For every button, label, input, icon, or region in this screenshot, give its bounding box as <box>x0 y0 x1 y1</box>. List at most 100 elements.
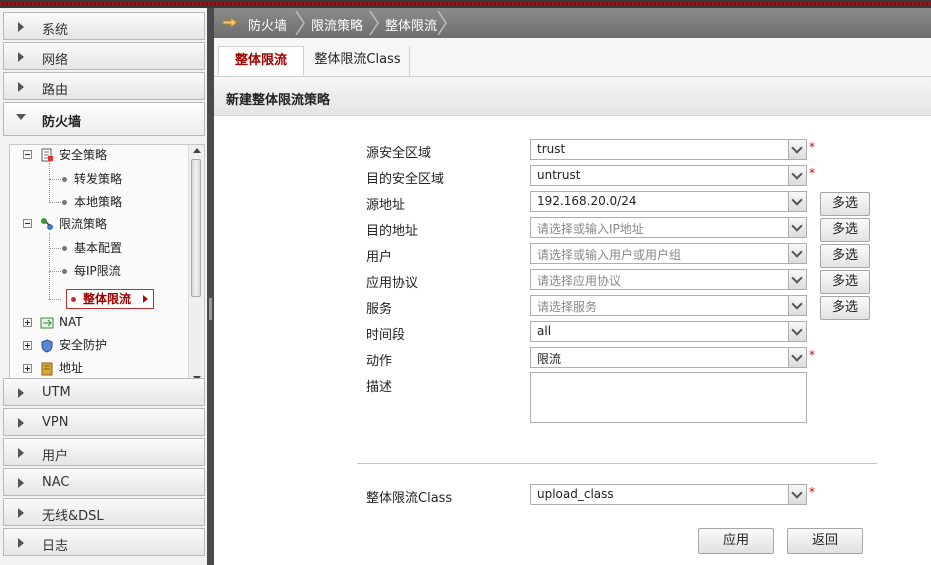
tree-scrollbar[interactable] <box>188 145 204 385</box>
nav-item-firewall[interactable]: 防火墙 <box>3 102 205 136</box>
nav-item-wireless-dsl[interactable]: 无线&DSL <box>3 498 205 526</box>
class-label: 整体限流Class <box>366 491 453 506</box>
service-input[interactable]: 请选择服务 <box>530 295 807 316</box>
required-mark: * <box>809 485 815 499</box>
breadcrumb: 防火墙 限流策略 整体限流 <box>214 8 931 38</box>
tree-line <box>49 299 61 300</box>
required-mark: * <box>809 348 815 362</box>
form-divider <box>357 463 877 464</box>
breadcrumb-overall-limit[interactable]: 整体限流 <box>385 15 437 34</box>
schedule-label: 时间段 <box>366 328 406 343</box>
nav-item-user[interactable]: 用户 <box>3 438 205 466</box>
nav-item-system[interactable]: 系统 <box>3 12 205 40</box>
tree-item-protection[interactable]: 安全防护 <box>59 335 107 355</box>
tree-item-nat[interactable]: NAT <box>59 312 83 332</box>
src-addr-label: 源地址 <box>366 198 406 213</box>
chevron-right-icon <box>18 388 24 398</box>
tab-overall-limit-class[interactable]: 整体限流Class <box>306 46 410 76</box>
tree-line <box>49 163 50 203</box>
bullet-icon <box>62 177 67 182</box>
main-panel: 防火墙 限流策略 整体限流 整体限流 整体限流Class 新建整体限流策略 源安… <box>214 8 931 565</box>
breadcrumb-separator-icon <box>369 11 379 35</box>
top-stripe <box>0 0 931 8</box>
splitter-grip[interactable] <box>209 298 212 320</box>
nav-item-nac[interactable]: NAC <box>3 468 205 496</box>
tree-line <box>49 233 50 299</box>
bullet-icon <box>62 246 67 251</box>
chevron-down-icon[interactable] <box>788 140 806 159</box>
bullet-icon <box>62 269 67 274</box>
chevron-down-icon[interactable] <box>788 218 806 237</box>
schedule-select[interactable]: all <box>530 321 807 342</box>
chevron-down-icon[interactable] <box>788 244 806 263</box>
chevron-right-icon <box>18 52 24 62</box>
collapse-toggle[interactable] <box>23 150 32 159</box>
chevron-down-icon <box>16 114 26 120</box>
app-multi-button[interactable]: 多选 <box>820 270 870 294</box>
chevron-down-icon[interactable] <box>788 166 806 185</box>
nav-item-utm[interactable]: UTM <box>3 378 205 406</box>
tree-item-rate-policy[interactable]: 限流策略 <box>59 214 107 234</box>
bullet-icon <box>62 200 67 205</box>
chevron-right-icon <box>18 22 24 32</box>
tree-line <box>49 248 61 249</box>
tree-item-overall-limit-selected[interactable]: 整体限流 <box>66 289 154 309</box>
apply-button[interactable]: 应用 <box>698 528 774 554</box>
chevron-right-icon <box>18 418 24 428</box>
tree-item-security-policy[interactable]: 安全策略 <box>59 145 107 165</box>
desc-textarea[interactable] <box>530 372 807 423</box>
nav-item-routing[interactable]: 路由 <box>3 72 205 100</box>
dst-zone-select[interactable]: untrust <box>530 165 807 186</box>
src-addr-input[interactable]: 192.168.20.0/24 <box>530 191 807 212</box>
document-icon <box>41 148 53 162</box>
tree-line <box>49 179 61 180</box>
user-multi-button[interactable]: 多选 <box>820 244 870 268</box>
nav-item-log[interactable]: 日志 <box>3 528 205 556</box>
dst-addr-multi-button[interactable]: 多选 <box>820 218 870 242</box>
pane-title: 新建整体限流策略 <box>226 93 331 108</box>
collapse-toggle[interactable] <box>23 219 32 228</box>
chevron-down-icon[interactable] <box>788 322 806 341</box>
nav-item-network[interactable]: 网络 <box>3 42 205 70</box>
app-input[interactable]: 请选择应用协议 <box>530 269 807 290</box>
action-select[interactable]: 限流 <box>530 347 807 368</box>
breadcrumb-rate-policy[interactable]: 限流策略 <box>311 15 363 34</box>
nav-item-vpn[interactable]: VPN <box>3 408 205 436</box>
tree-item-address[interactable]: 地址 <box>59 358 83 378</box>
shield-icon <box>41 339 53 353</box>
expand-toggle[interactable] <box>23 341 32 350</box>
breadcrumb-firewall[interactable]: 防火墙 <box>248 15 287 34</box>
service-multi-button[interactable]: 多选 <box>820 296 870 320</box>
src-addr-multi-button[interactable]: 多选 <box>820 192 870 216</box>
expand-toggle[interactable] <box>23 318 32 327</box>
dst-addr-label: 目的地址 <box>366 224 419 239</box>
expand-toggle[interactable] <box>23 364 32 373</box>
chevron-down-icon[interactable] <box>788 485 806 504</box>
tree-item-basic-config[interactable]: 基本配置 <box>74 238 122 258</box>
tree-item-per-ip-limit[interactable]: 每IP限流 <box>74 261 121 281</box>
scroll-up-icon[interactable] <box>193 148 201 153</box>
chevron-right-icon <box>18 538 24 548</box>
chevron-down-icon[interactable] <box>788 348 806 367</box>
user-input[interactable]: 请选择或输入用户或用户组 <box>530 243 807 264</box>
scroll-thumb[interactable] <box>191 159 201 297</box>
tree-line <box>49 271 61 272</box>
tree-item-forward-policy[interactable]: 转发策略 <box>74 169 122 189</box>
back-button[interactable]: 返回 <box>787 528 863 554</box>
class-select[interactable]: upload_class <box>530 484 807 505</box>
tab-overall-limit[interactable]: 整体限流 <box>218 46 304 76</box>
action-label: 动作 <box>366 354 393 369</box>
chevron-right-icon <box>18 448 24 458</box>
chevron-right-icon <box>18 82 24 92</box>
chevron-right-icon <box>18 508 24 518</box>
required-mark: * <box>809 166 815 180</box>
chevron-down-icon[interactable] <box>788 296 806 315</box>
panel-splitter[interactable] <box>207 8 214 565</box>
tree-item-local-policy[interactable]: 本地策略 <box>74 192 122 212</box>
dst-addr-input[interactable]: 请选择或输入IP地址 <box>530 217 807 238</box>
desc-label: 描述 <box>366 380 393 395</box>
chevron-down-icon[interactable] <box>788 270 806 289</box>
chevron-down-icon[interactable] <box>788 192 806 211</box>
src-zone-select[interactable]: trust <box>530 139 807 160</box>
bullet-icon <box>71 297 76 302</box>
